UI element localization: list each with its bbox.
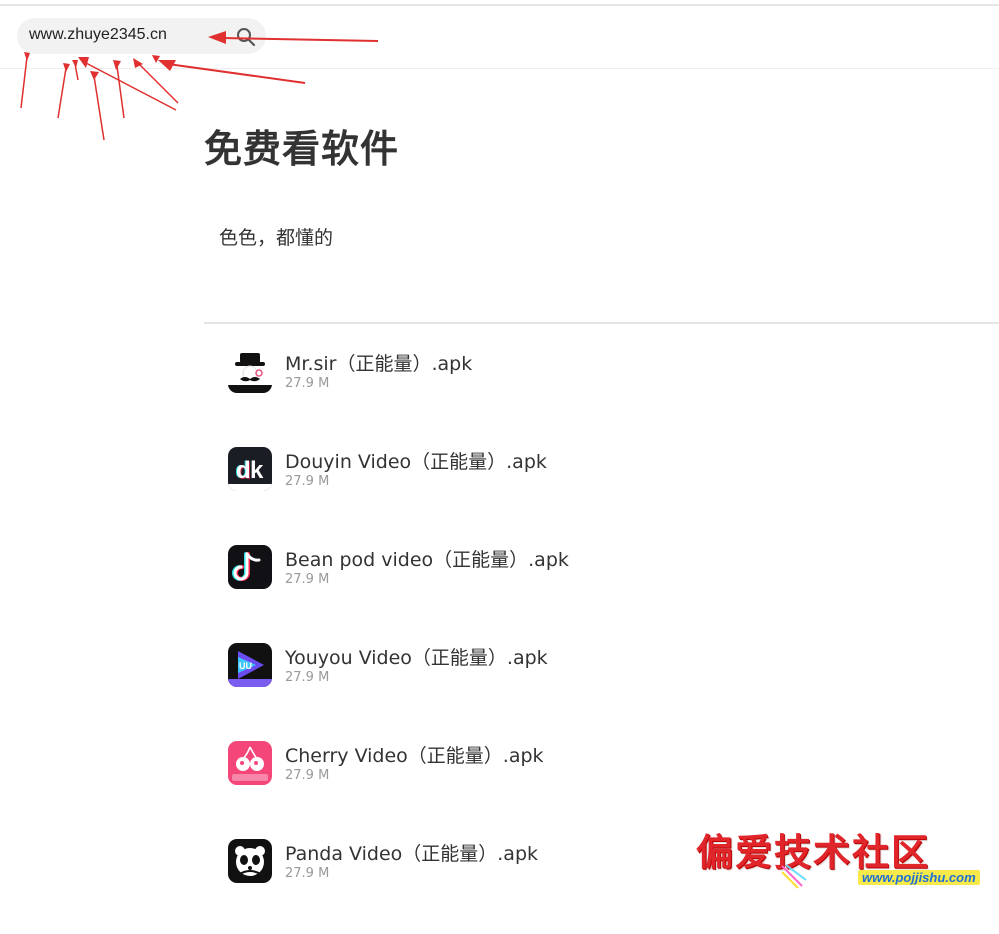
- sparkle-icon: [781, 864, 807, 889]
- page-title: 免费看软件: [204, 127, 400, 171]
- youyou-app-icon: UU: [228, 643, 272, 687]
- file-size: 27.9 M: [285, 768, 330, 783]
- search-icon[interactable]: [235, 26, 257, 48]
- file-name[interactable]: Mr.sir（正能量）.apk: [285, 349, 472, 376]
- search-input[interactable]: www.zhuye2345.cn: [29, 26, 167, 44]
- file-item-bean-pod[interactable]: Bean pod video（正能量）.apk 27.9 M: [228, 542, 928, 640]
- svg-text:k: k: [250, 457, 264, 484]
- watermark-title: 偏爱技术社区: [696, 830, 930, 874]
- file-size: 27.9 M: [285, 474, 330, 489]
- file-item-youyou[interactable]: UU Youyou Video（正能量）.apk 27.9 M: [228, 640, 928, 738]
- file-size: 27.9 M: [285, 572, 330, 587]
- panda-app-icon: [228, 839, 272, 883]
- file-size: 27.9 M: [285, 866, 330, 881]
- file-name[interactable]: Cherry Video（正能量）.apk: [285, 741, 544, 768]
- file-name[interactable]: Douyin Video（正能量）.apk: [285, 447, 547, 474]
- svg-text:d: d: [236, 457, 251, 484]
- file-name[interactable]: Bean pod video（正能量）.apk: [285, 545, 569, 572]
- bean-pod-app-icon: [228, 545, 272, 589]
- file-name[interactable]: Youyou Video（正能量）.apk: [285, 643, 548, 670]
- svg-text:UU: UU: [239, 661, 252, 671]
- watermark: 偏爱技术社区 www.pojjishu.com: [690, 818, 995, 893]
- section-divider: [204, 322, 999, 324]
- mr-sir-app-icon: [228, 349, 272, 393]
- file-item-mr-sir[interactable]: Mr.sir（正能量）.apk 27.9 M: [228, 346, 928, 444]
- douyin-app-icon: d d d k: [228, 447, 272, 491]
- file-item-douyin[interactable]: d d d k Douyin Video（正能量）.apk 27.9 M: [228, 444, 928, 542]
- cherry-app-icon: [228, 741, 272, 785]
- file-size: 27.9 M: [285, 376, 330, 391]
- page-description: 色色，都懂的: [219, 227, 334, 249]
- watermark-url: www.pojjishu.com: [858, 870, 980, 885]
- file-size: 27.9 M: [285, 670, 330, 685]
- search-bar[interactable]: www.zhuye2345.cn: [17, 18, 266, 54]
- file-name[interactable]: Panda Video（正能量）.apk: [285, 839, 538, 866]
- header-bar: www.zhuye2345.cn: [0, 6, 999, 69]
